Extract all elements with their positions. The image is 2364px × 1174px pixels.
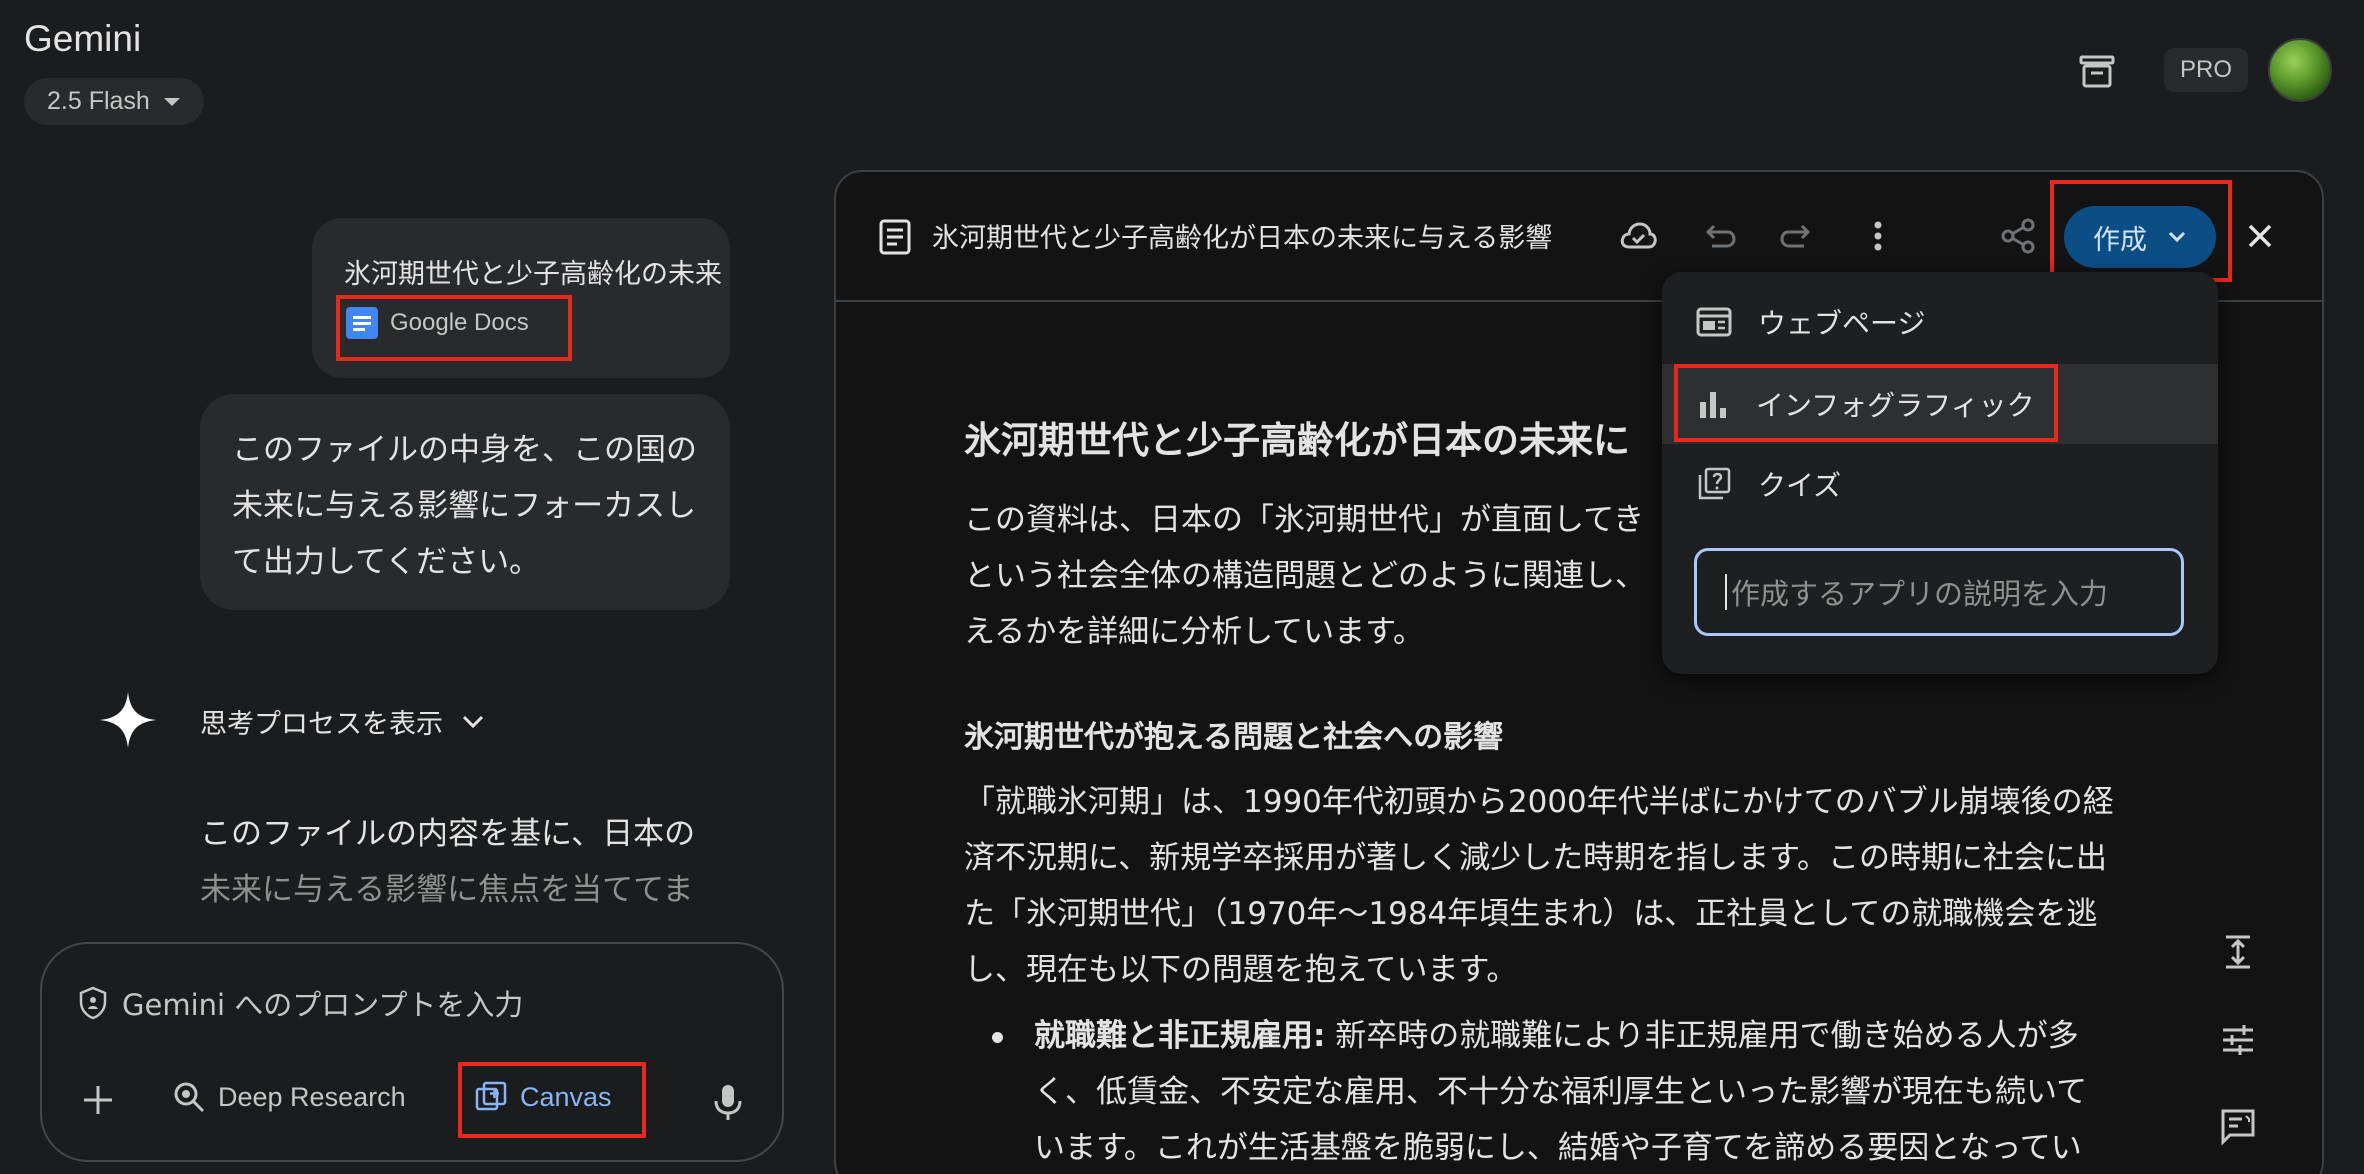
caret-down-icon: [163, 97, 180, 106]
bullet-text: 新卒時の就職難により非正規雇用で働き始める人が多: [1325, 1018, 2079, 1054]
close-icon[interactable]: [2240, 216, 2280, 256]
adjust-length-icon[interactable]: [2218, 932, 2258, 972]
undo-icon[interactable]: [1698, 216, 1738, 256]
paragraph-line: 済不況期に、新規学卒採用が著しく減少した時期を指します。この時期に社会に出: [964, 840, 2107, 876]
prompt-box: [40, 942, 784, 1162]
input-placeholder: 作成するアプリの説明を入力: [1731, 577, 2109, 611]
tune-icon[interactable]: [2218, 1020, 2258, 1060]
quiz-icon: [1698, 467, 1731, 500]
highlight-box: [1674, 364, 2058, 442]
message-text: 氷河期世代と少子高齢化の未来: [344, 259, 722, 290]
add-button[interactable]: [78, 1080, 118, 1120]
cloud-sync-icon[interactable]: [1618, 216, 1658, 256]
paragraph-line: た「氷河期世代」（1970年〜1984年頃生まれ）は、正社員としての就職機会を逃: [964, 896, 2098, 932]
redo-icon[interactable]: [1778, 216, 1818, 256]
model-label: 2.5 Flash: [47, 87, 150, 115]
highlight-box: [458, 1062, 646, 1138]
deep-research-icon: [174, 1082, 205, 1113]
app-description-input[interactable]: 作成するアプリの説明を入力: [1694, 548, 2184, 636]
share-icon[interactable]: [1998, 216, 2038, 256]
bullet-text: く、低賃金、不安定な雇用、不十分な福利厚生といった影響が現在も続いて: [1034, 1074, 2088, 1110]
webpage-icon: [1696, 307, 1732, 337]
paragraph-line: し、現在も以下の問題を抱えています。: [964, 952, 1518, 988]
bullet-list: 就職難と非正規雇用: 新卒時の就職難により非正規雇用で働き始める人が多 く、低賃…: [992, 1008, 2164, 1174]
model-selector[interactable]: 2.5 Flash: [24, 78, 204, 125]
bullet-text: います。これが生活基盤を脆弱にし、結婚や子育てを諦める要因となってい: [1034, 1130, 2082, 1166]
highlight-box: [2050, 180, 2232, 282]
prompt-placeholder: Gemini へのプロンプトを入力: [122, 988, 524, 1022]
pro-badge: PRO: [2164, 48, 2248, 92]
avatar[interactable]: [2268, 38, 2332, 102]
deep-research-button[interactable]: Deep Research: [172, 1080, 406, 1114]
list-item: 就職難と非正規雇用: 新卒時の就職難により非正規雇用で働き始める人が多 く、低賃…: [992, 1008, 2164, 1174]
shield-icon: [79, 986, 107, 1020]
document-icon: [878, 218, 912, 256]
reply-line: 未来に与える影響に焦点を当ててま: [200, 872, 694, 908]
highlight-box: [336, 295, 572, 361]
menu-item-quiz[interactable]: クイズ: [1662, 444, 2218, 524]
prompt-input[interactable]: Gemini へのプロンプトを入力: [78, 982, 523, 1024]
thinking-toggle[interactable]: 思考プロセスを表示: [200, 702, 485, 741]
user-message: このファイルの中身を、この国の未来に与える影響にフォーカスして出力してください。: [200, 394, 730, 610]
suggest-edits-icon[interactable]: [2218, 1106, 2258, 1146]
app-title: Gemini: [24, 18, 142, 59]
menu-item-label: ウェブページ: [1758, 307, 1926, 340]
menu-item-webpage[interactable]: ウェブページ: [1662, 282, 2218, 362]
thinking-label: 思考プロセスを表示: [200, 709, 443, 740]
text-caret: [1725, 574, 1727, 610]
deep-research-label: Deep Research: [218, 1081, 406, 1112]
microphone-button[interactable]: [710, 1082, 746, 1122]
microphone-icon: [714, 1085, 742, 1120]
plus-icon: [84, 1086, 112, 1114]
chevron-down-icon: [462, 715, 484, 728]
more-vert-icon[interactable]: [1858, 216, 1898, 256]
model-reply: このファイルの内容を基に、日本の 未来に与える影響に焦点を当ててま: [200, 806, 740, 918]
bullet-bold: 就職難と非正規雇用:: [1034, 1018, 1326, 1054]
menu-item-label: クイズ: [1758, 469, 1842, 502]
section-heading: 氷河期世代が抱える問題と社会への影響: [964, 720, 1504, 755]
paragraph-line: 「就職氷河期」は、1990年代初頭から2000年代半ばにかけてのバブル崩壊後の経: [964, 784, 2114, 820]
gemini-spark-icon: [96, 688, 160, 752]
canvas-title: 氷河期世代と少子高齢化が日本の未来に与える影響: [932, 223, 1553, 254]
archive-icon[interactable]: [2076, 50, 2118, 92]
reply-line: このファイルの内容を基に、日本の: [200, 816, 696, 852]
